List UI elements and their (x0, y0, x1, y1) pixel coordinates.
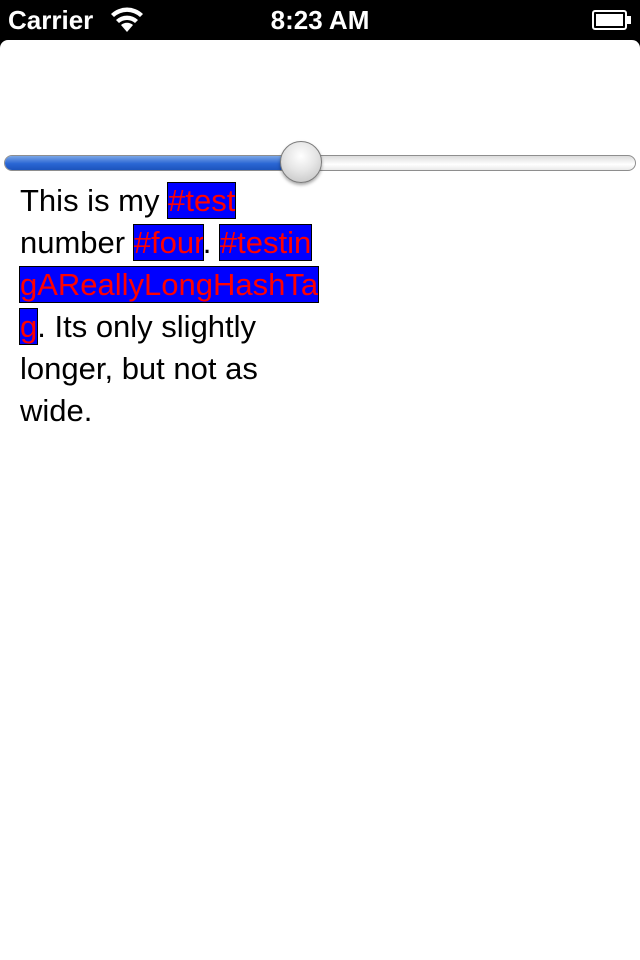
hashtag-text-label: This is my #test number #four. #testingA… (18, 180, 320, 432)
slider[interactable] (4, 141, 636, 183)
slider-fill (5, 156, 303, 170)
battery-icon (592, 10, 631, 30)
text-segment: . Its only slightly longer, but not as w… (20, 309, 258, 428)
text-segment: . (202, 225, 220, 260)
slider-thumb[interactable] (280, 141, 323, 183)
clock: 8:23 AM (270, 5, 370, 35)
text-segment: This is my (20, 183, 169, 218)
screen: This is my #test number #four. #testingA… (0, 40, 640, 960)
text-segment: number (20, 225, 134, 260)
hashtag-link[interactable]: #four (132, 224, 204, 261)
status-bar: Carrier 8:23 AM (0, 0, 640, 40)
hashtag-link[interactable]: #test (167, 182, 237, 219)
